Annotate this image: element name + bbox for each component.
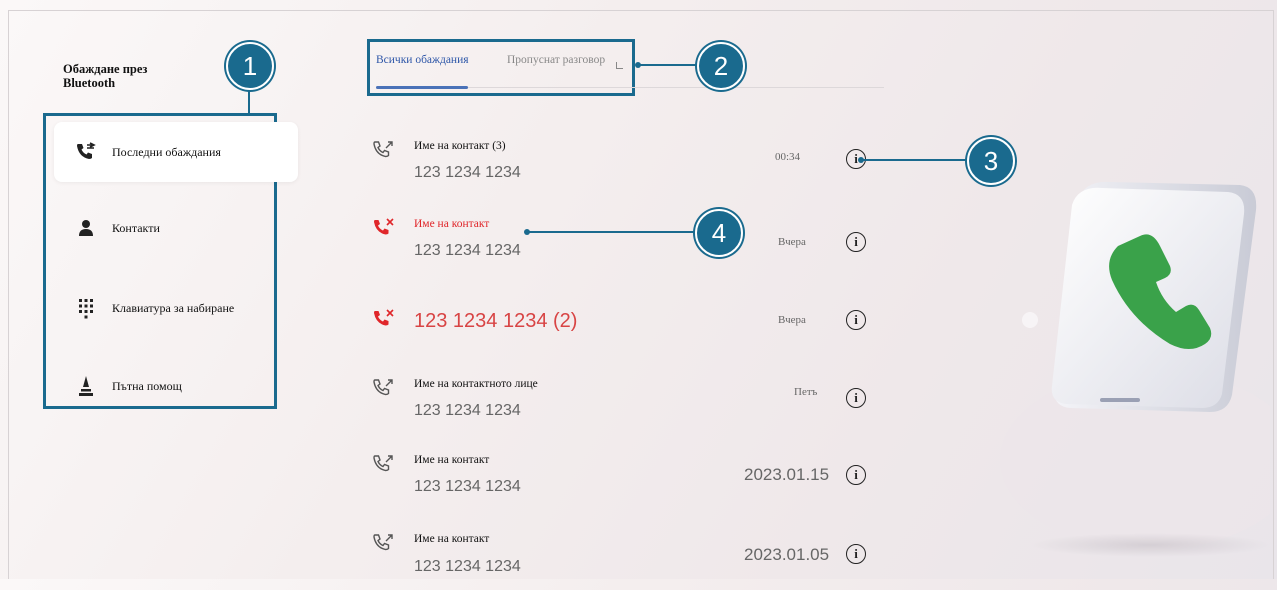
phone-number: 123 1234 1234 <box>414 402 521 419</box>
info-icon[interactable]: i <box>846 388 866 408</box>
road-assistance-icon <box>74 376 98 396</box>
tab-missed-calls[interactable]: Пропуснат разговор <box>507 54 605 66</box>
info-icon[interactable]: i <box>846 465 866 485</box>
call-row[interactable]: Име на контактното лице 123 1234 1234 Пе… <box>370 375 890 435</box>
sidebar-item-label: Последни обаждания <box>112 144 221 159</box>
call-date: 2023.01.05 <box>744 545 830 564</box>
contact-name: Име на контактното лице <box>414 378 538 390</box>
contact-name: Име на контакт <box>414 218 490 230</box>
call-row[interactable]: Име на контакт 123 1234 1234 2023.01.15 … <box>370 451 890 511</box>
contact-name: Име на контакт <box>414 533 490 545</box>
phone-number: 123 1234 1234 <box>414 558 521 575</box>
dialpad-icon <box>74 298 98 319</box>
callout-leader <box>862 159 968 161</box>
call-date: 2023.01.15 <box>744 465 830 484</box>
phone-illustration <box>1000 181 1270 557</box>
call-row[interactable]: Име на контакт 123 1234 1234 Вчера i <box>370 215 890 275</box>
call-row[interactable]: 123 1234 1234 (2) Вчера i <box>370 306 890 366</box>
callout-badge: 1 <box>226 42 274 90</box>
callout-badge: 4 <box>695 209 743 257</box>
sidebar-item-label: Контакти <box>112 220 160 235</box>
info-icon[interactable]: i <box>846 544 866 564</box>
call-row[interactable]: Име на контакт (3) 123 1234 1234 00:34 i <box>370 137 890 197</box>
callout-dot <box>635 62 641 68</box>
callout-leader <box>528 231 696 233</box>
phone-number: 123 1234 1234 <box>414 242 521 259</box>
callout-badge: 2 <box>697 42 745 90</box>
call-time: Петъ <box>794 386 818 398</box>
tab-all-calls[interactable]: Всички обаждания <box>376 54 469 66</box>
outgoing-call-icon <box>372 453 398 475</box>
phone-number: 123 1234 1234 <box>414 478 521 495</box>
callout-dot <box>524 229 530 235</box>
sidebar-item-contacts[interactable]: Контакти <box>54 198 266 258</box>
call-time: Вчера <box>778 314 806 326</box>
missed-call-icon <box>372 308 398 330</box>
sidebar-item-label: Пътна помощ <box>112 378 182 393</box>
callout-badge: 3 <box>967 137 1015 185</box>
callout-leader <box>248 86 250 116</box>
sidebar-item-recent-calls[interactable]: Последни обаждания <box>54 122 298 182</box>
info-icon[interactable]: i <box>846 232 866 252</box>
tabs-baseline <box>468 87 884 88</box>
sidebar-item-dialpad[interactable]: Клавиатура за набиране <box>54 278 266 338</box>
active-tab-indicator <box>376 86 468 89</box>
info-icon[interactable]: i <box>846 310 866 330</box>
outgoing-call-icon <box>372 139 398 161</box>
app-title: Обаждане през Bluetooth <box>63 62 147 90</box>
call-row[interactable]: Име на контакт 123 1234 1234 2023.01.05 … <box>370 530 890 590</box>
callout-dot <box>858 157 864 163</box>
tab-divider <box>616 62 623 69</box>
contact-name: Име на контакт <box>414 454 490 466</box>
outgoing-call-icon <box>372 377 398 399</box>
recent-calls-icon <box>74 142 98 162</box>
phone-number: 123 1234 1234 <box>414 164 521 181</box>
sidebar-item-label: Клавиатура за набиране <box>112 300 235 315</box>
sidebar-item-road-assistance[interactable]: Пътна помощ <box>54 356 266 416</box>
phone-number: 123 1234 1234 (2) <box>414 310 578 332</box>
call-time: 00:34 <box>775 151 801 163</box>
app-title-line1: Обаждане през <box>63 62 148 76</box>
call-time: Вчера <box>778 236 806 248</box>
app-title-line2: Bluetooth <box>63 76 116 90</box>
callout-leader <box>638 64 698 66</box>
missed-call-icon <box>372 217 398 239</box>
contact-person-icon <box>74 218 98 238</box>
outgoing-call-icon <box>372 532 398 554</box>
contact-name: Име на контакт (3) <box>414 140 506 152</box>
